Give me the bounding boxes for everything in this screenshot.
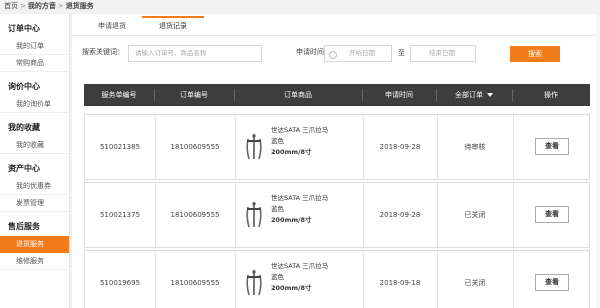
apply-time: 2018-09-18 17:37:38 [379,279,421,287]
table-row: 510021385 18100609555 世达SATA 三爪拉马 蓝色 200… [84,114,590,215]
sidebar-item-return-service[interactable]: 退货服务 [0,236,69,253]
three-jaw-puller-icon [246,134,262,160]
three-jaw-puller-icon [246,202,262,228]
product-info: 世达SATA 三爪拉马 蓝色 200mm/8寸 [271,261,335,294]
order-no: 18100609555 [170,211,220,219]
sidebar-section-title: 订单中心 [8,24,40,33]
breadcrumb: 首页 > 我的方音 > 退货服务 [4,0,94,14]
vertical-scrollbar[interactable] [596,14,600,308]
sidebar-section-title: 售后服务 [8,222,40,231]
search-bar: 搜索关键词： 请输入订单号、商品名称 申请时间： 开始日期 至 结束日期 搜索 [72,44,600,64]
product-name[interactable]: 世达SATA 三爪拉马 [271,261,335,272]
sidebar-section-title: 资产中心 [8,164,40,173]
caret-down-icon [487,93,493,97]
table-row: 510021375 18100609555 世达SATA 三爪拉马 蓝色 200… [84,182,590,283]
clock-icon [329,51,337,59]
breadcrumb-account[interactable]: 我的方音 [28,2,56,10]
sidebar-item-my-coupons[interactable]: 我的优惠券 [0,178,69,195]
status-text: 已关闭 [464,211,486,219]
main-content: 申请退货 退货记录 搜索关键词： 请输入订单号、商品名称 申请时间： 开始日期 … [72,14,600,308]
service-no: 510019695 [99,279,141,287]
th-apply-time: 申请时间 [385,91,413,99]
row-divider [513,251,514,308]
table-header: 服务单编号 订单编号 订单商品 申请时间 全部订单 操作 [84,84,590,106]
breadcrumb-home[interactable]: 首页 [4,2,18,10]
start-date-input[interactable]: 开始日期 [324,45,392,62]
status-text: 待审核 [464,143,486,151]
row-divider [235,183,236,247]
sidebar-item-repair-service[interactable]: 维修服务 [0,253,69,270]
product-info: 世达SATA 三爪拉马 蓝色 200mm/8寸 [271,125,335,158]
breadcrumb-separator: > [57,2,64,10]
three-jaw-puller-icon [246,270,262,296]
service-no: 510021375 [99,211,141,219]
view-button[interactable]: 查看 [535,206,569,223]
product-color: 蓝色 [271,137,284,145]
tab-apply-return[interactable]: 申请退货 [82,14,142,36]
apply-time: 2018-09-28 15:48:41 [379,211,421,283]
view-button[interactable]: 查看 [535,138,569,155]
row-divider [513,183,514,247]
product-color: 蓝色 [271,273,284,281]
row-divider [235,115,236,179]
order-no: 18100609555 [170,143,220,151]
sidebar-item-my-favorites[interactable]: 我的收藏 [0,137,69,154]
product-info: 世达SATA 三爪拉马 蓝色 200mm/8寸 [271,193,335,226]
status-filter-label: 全部订单 [455,91,483,99]
th-service-no: 服务单编号 [101,91,137,99]
row-divider [513,115,514,179]
th-action: 操作 [544,91,558,99]
breadcrumb-separator: > [20,2,26,10]
date-range-separator: 至 [398,49,405,57]
table-row: 510019695 18100609555 世达SATA 三爪拉马 蓝色 200… [84,250,590,308]
product-size: 200mm/8寸 [271,148,312,156]
sidebar: 订单中心 我的订单 常购商品 询价中心 我的询价单 我的收藏 我的收藏 资产中心… [0,14,70,308]
product-color: 蓝色 [271,205,284,213]
status-text: 已关闭 [464,279,486,287]
breadcrumb-current: 退货服务 [65,2,94,10]
sidebar-section-title: 询价中心 [8,82,40,91]
th-order-no: 订单编号 [180,91,208,99]
view-button[interactable]: 查看 [535,274,569,291]
end-date-input[interactable]: 结束日期 [410,45,476,62]
tab-return-records[interactable]: 退货记录 [142,14,204,36]
search-button[interactable]: 搜索 [510,46,560,62]
keyword-input[interactable]: 请输入订单号、商品名称 [128,45,262,62]
th-status-filter[interactable]: 全部订单 [436,84,512,106]
sidebar-item-my-inquiries[interactable]: 我的询价单 [0,96,69,113]
sidebar-item-frequent-products[interactable]: 常购商品 [0,55,69,72]
product-size: 200mm/8寸 [271,216,312,224]
service-no: 510021385 [99,143,141,151]
product-size: 200mm/8寸 [271,284,312,292]
row-divider [235,251,236,308]
sidebar-item-invoice-management[interactable]: 发票管理 [0,195,69,212]
order-no: 18100609555 [170,279,220,287]
product-name[interactable]: 世达SATA 三爪拉马 [271,125,335,136]
th-product: 订单商品 [284,91,312,99]
keyword-label: 搜索关键词： [82,48,124,56]
sidebar-item-my-orders[interactable]: 我的订单 [0,38,69,55]
start-date-placeholder: 开始日期 [349,49,375,57]
tab-bar: 申请退货 退货记录 [72,14,600,36]
apply-time: 2018-09-28 16:15:52 [379,143,421,215]
sidebar-section-title: 我的收藏 [8,123,40,132]
product-name[interactable]: 世达SATA 三爪拉马 [271,193,335,204]
